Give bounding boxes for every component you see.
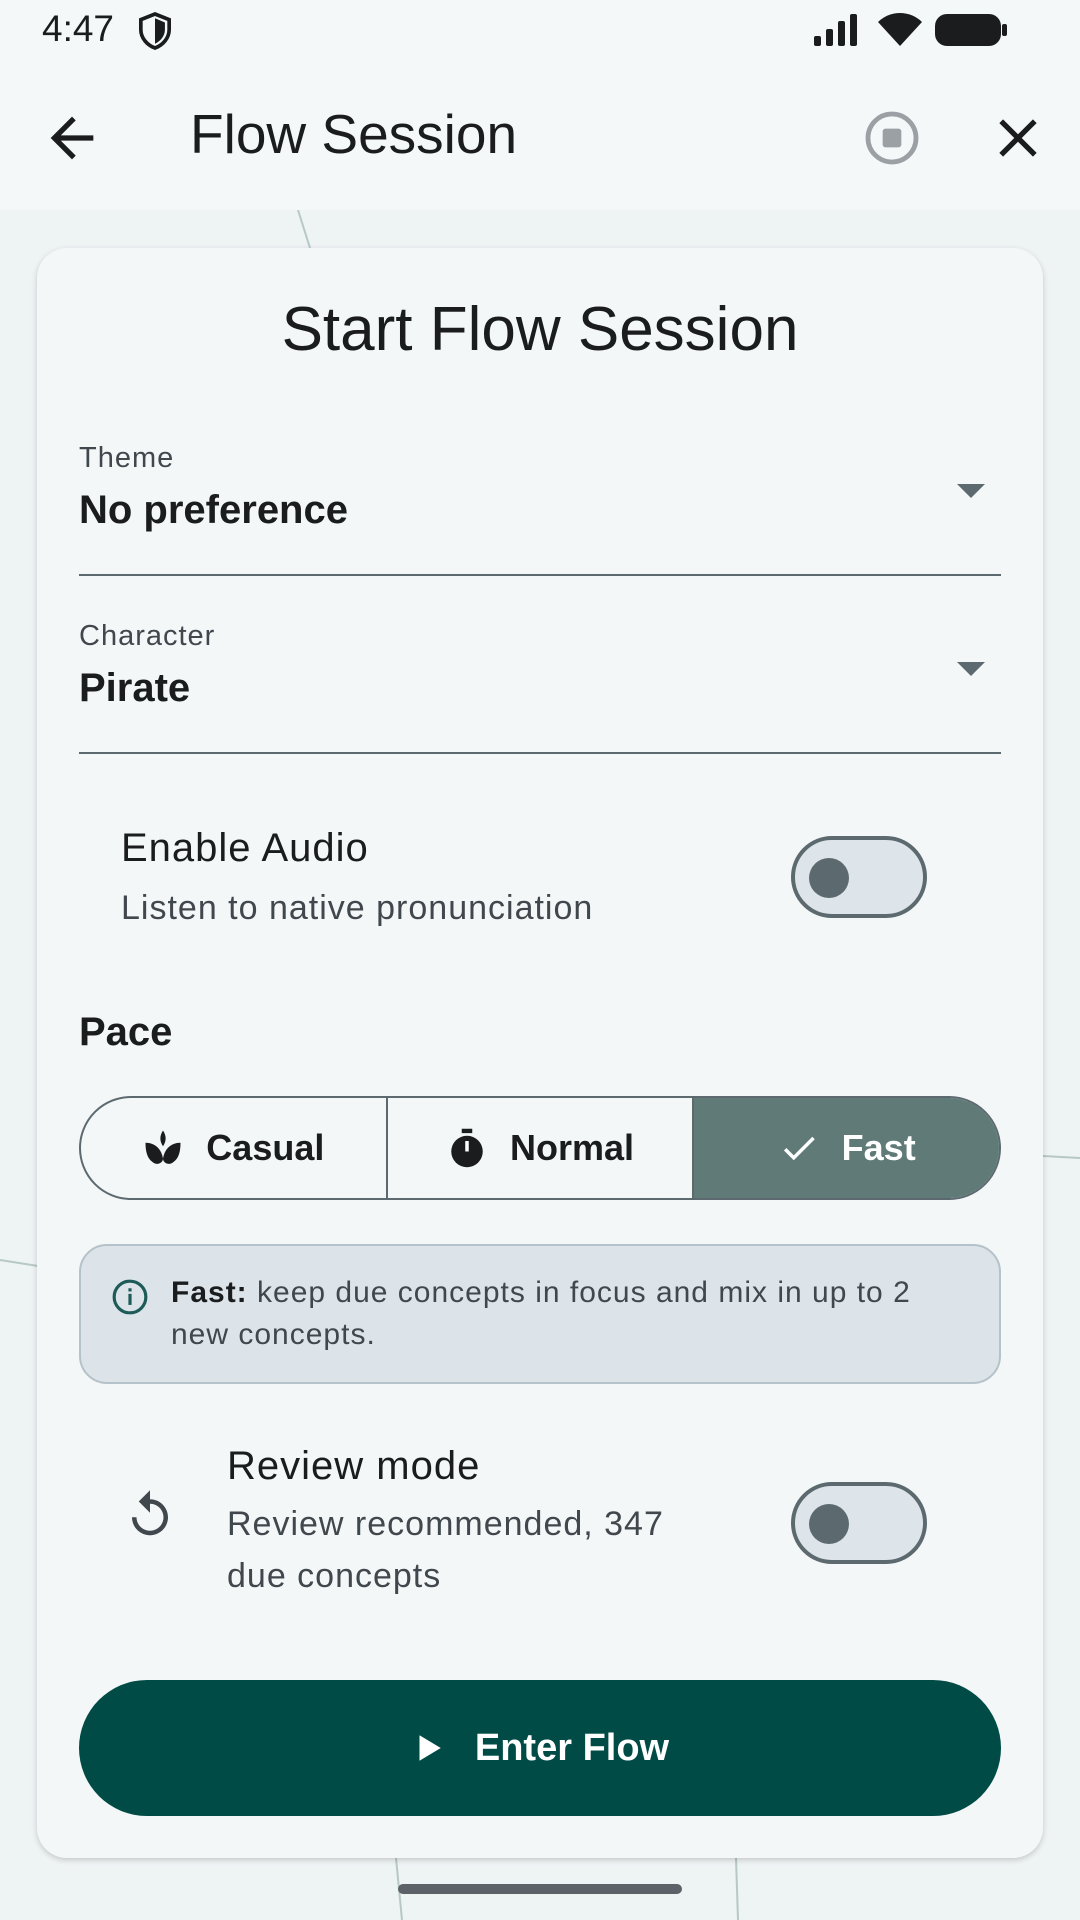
pace-label: Pace: [79, 1010, 173, 1054]
pace-info-bold: Fast:: [171, 1276, 248, 1309]
pace-info-box: Fast: keep due concepts in focus and mix…: [79, 1244, 1001, 1384]
status-time: 4:47: [42, 8, 115, 49]
pace-option-normal[interactable]: Normal: [385, 1098, 693, 1198]
refresh-icon: [132, 1490, 168, 1536]
enter-flow-label: Enter Flow: [474, 1726, 670, 1769]
chevron-down-icon: [957, 484, 985, 498]
chevron-down-icon: [957, 662, 985, 676]
pace-selector: Casual Normal Fast: [79, 1096, 1001, 1200]
pace-option-fast[interactable]: Fast: [692, 1098, 999, 1198]
sprout-icon: [145, 1130, 181, 1164]
shield-icon: [138, 12, 172, 50]
character-value: Pirate: [79, 666, 191, 710]
character-dropdown[interactable]: Character Pirate: [79, 620, 1001, 754]
toggle-knob: [809, 1504, 849, 1544]
card-title: Start Flow Session: [281, 295, 799, 364]
review-subtitle: Review recommended, 347 due concepts: [227, 1505, 664, 1595]
check-icon: [783, 1136, 815, 1161]
audio-toggle[interactable]: [791, 836, 927, 918]
app-bar: Flow Session: [0, 62, 1080, 210]
review-toggle[interactable]: [791, 1482, 927, 1564]
back-arrow-icon[interactable]: [40, 106, 104, 170]
start-session-card: Start Flow Session Theme No preference C…: [37, 248, 1043, 1858]
enter-flow-button[interactable]: Enter Flow: [79, 1680, 1001, 1816]
page-title: Flow Session: [190, 103, 518, 165]
pace-option-label: Normal: [509, 1127, 635, 1168]
wifi-icon: [878, 13, 922, 46]
battery-icon: [935, 14, 1007, 46]
timer-icon: [451, 1128, 483, 1168]
theme-dropdown[interactable]: Theme No preference: [79, 442, 1001, 576]
stop-icon[interactable]: [860, 106, 924, 170]
theme-value: No preference: [79, 488, 348, 532]
close-icon[interactable]: [986, 106, 1050, 170]
pace-option-label: Casual: [206, 1127, 325, 1168]
home-indicator[interactable]: [398, 1884, 682, 1894]
pace-option-label: Fast: [841, 1127, 916, 1168]
pace-info-description: keep due concepts in focus and mix in up…: [171, 1276, 911, 1351]
play-icon: [419, 1735, 441, 1761]
status-bar: 4:47: [0, 0, 1080, 62]
pace-option-casual[interactable]: Casual: [81, 1098, 386, 1198]
character-label: Character: [79, 620, 216, 652]
theme-label: Theme: [79, 442, 175, 474]
review-title: Review mode: [227, 1444, 481, 1488]
toggle-knob: [809, 858, 849, 898]
audio-subtitle: Listen to native pronunciation: [121, 889, 594, 927]
audio-title: Enable Audio: [121, 826, 369, 870]
pace-info-text: Fast: keep due concepts in focus and mix…: [171, 1272, 971, 1356]
info-icon: [112, 1279, 148, 1315]
signal-icon: [814, 14, 857, 46]
